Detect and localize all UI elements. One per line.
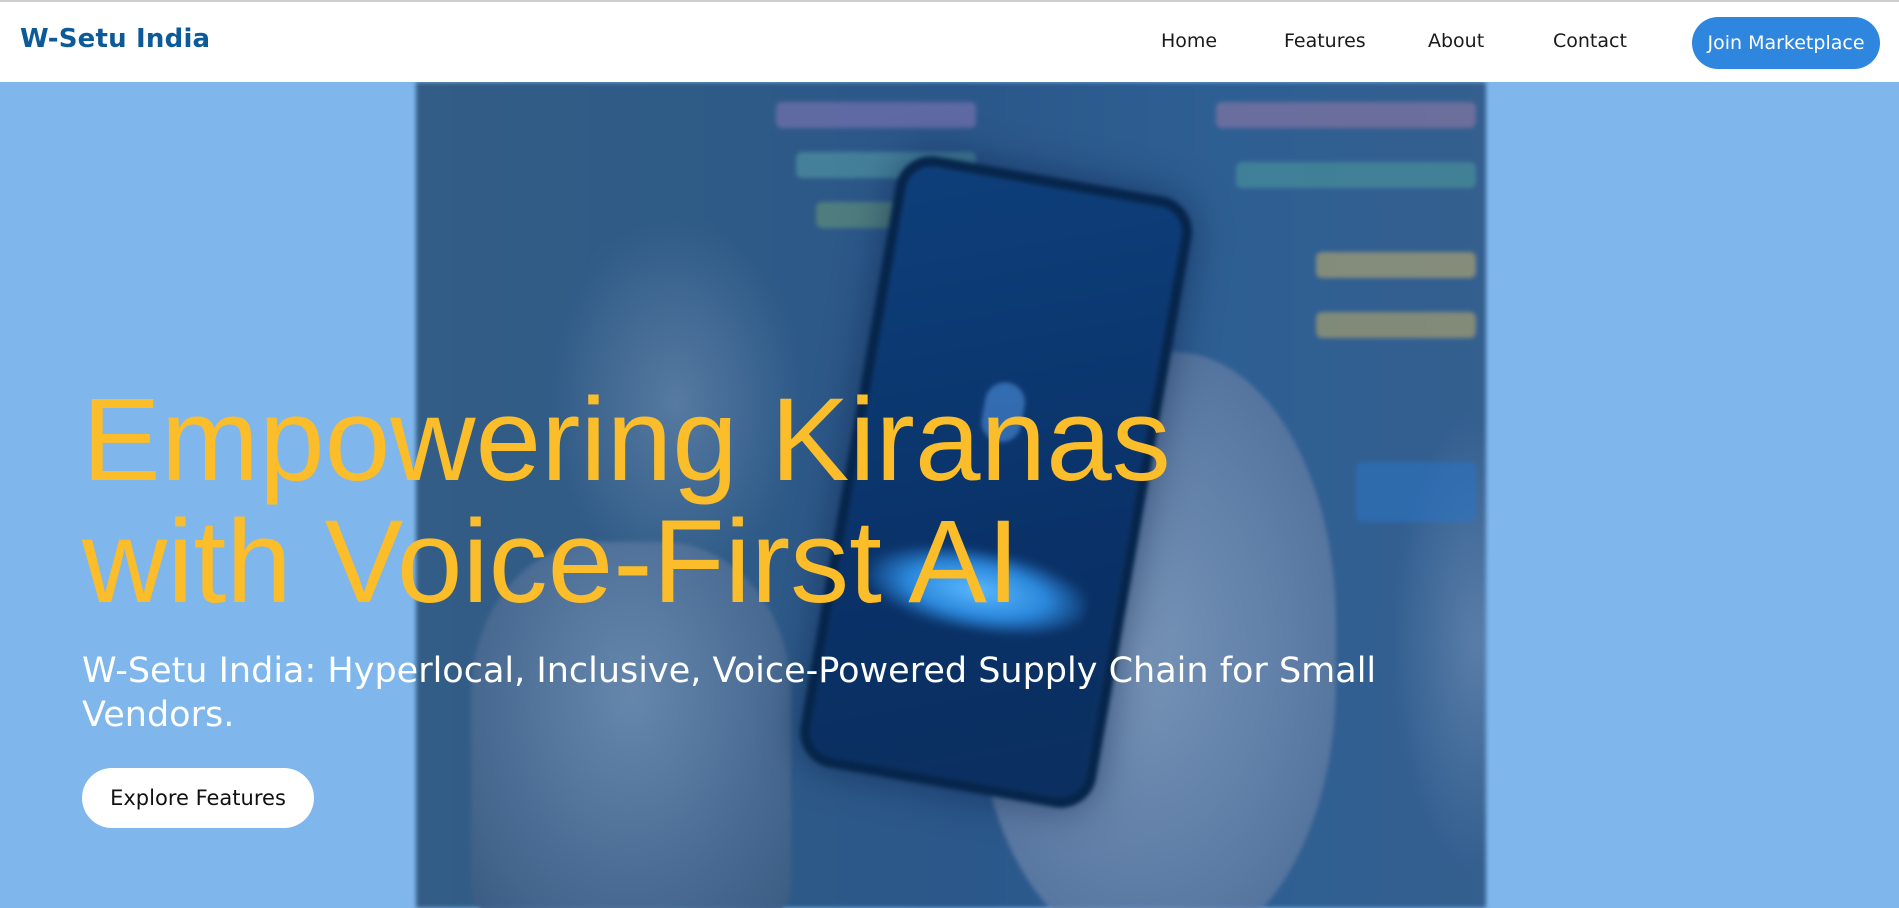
shelf-decoration — [1356, 462, 1476, 522]
shelf-decoration — [1316, 312, 1476, 338]
hero-title-line-1: Empowering Kiranas — [82, 374, 1171, 506]
nav-link-home[interactable]: Home — [1161, 30, 1217, 52]
shelf-decoration — [1316, 252, 1476, 278]
hero-section: Empowering Kiranas with Voice-First AI W… — [0, 82, 1899, 908]
shelf-decoration — [1216, 102, 1476, 128]
explore-features-button[interactable]: Explore Features — [82, 768, 314, 828]
nav-links: Home Features About Contact — [0, 30, 1899, 60]
shelf-decoration — [1236, 162, 1476, 188]
hero-title-line-2: with Voice-First AI — [82, 496, 1020, 628]
join-marketplace-button[interactable]: Join Marketplace — [1692, 17, 1880, 69]
hero-subtitle: W-Setu India: Hyperlocal, Inclusive, Voi… — [82, 651, 1377, 735]
nav-link-contact[interactable]: Contact — [1553, 30, 1627, 52]
nav-link-about[interactable]: About — [1428, 30, 1484, 52]
hero-title: Empowering Kiranas with Voice-First AI — [82, 379, 1282, 623]
nav-link-features[interactable]: Features — [1284, 30, 1366, 52]
navbar: W-Setu India Home Features About Contact… — [0, 2, 1899, 82]
shelf-decoration — [776, 102, 976, 128]
